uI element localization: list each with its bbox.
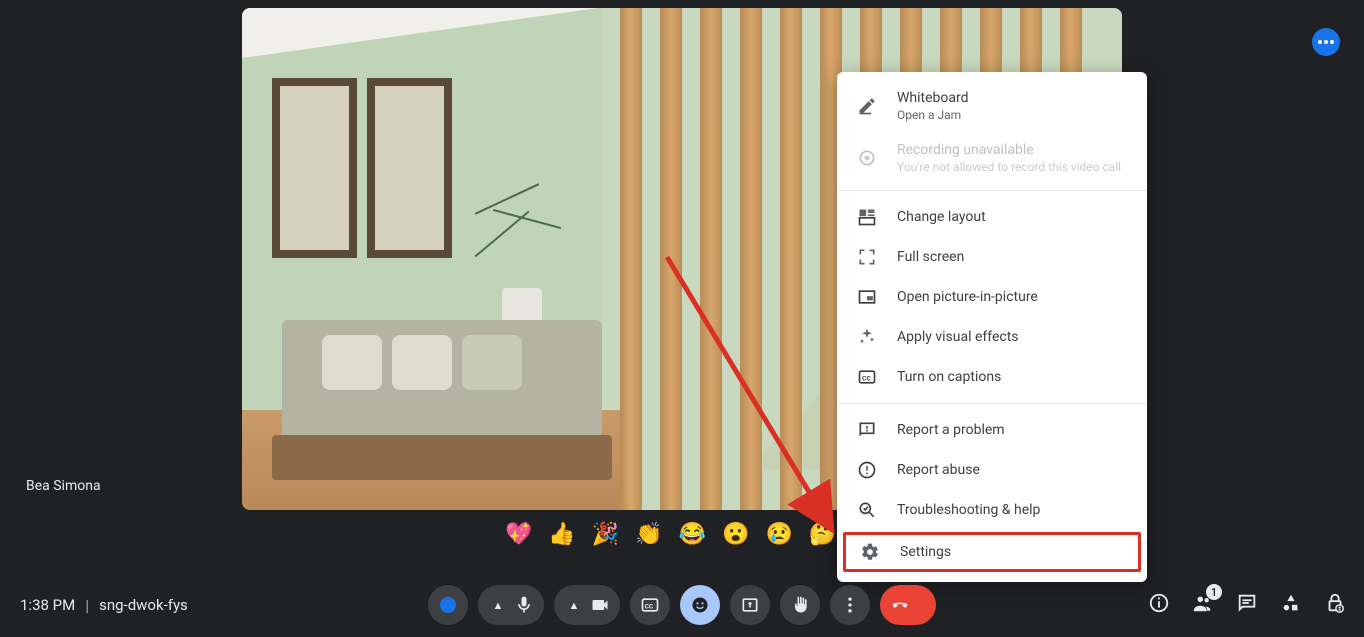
menu-effects[interactable]: Apply visual effects xyxy=(837,317,1147,357)
captions-button[interactable]: CC xyxy=(630,585,670,625)
svg-text:CC: CC xyxy=(862,374,871,382)
svg-text:CC: CC xyxy=(645,602,654,610)
people-button[interactable]: 1 xyxy=(1192,592,1214,618)
reactions-bar: 💖 👍 🎉 👏 😂 😮 😢 🤔 xyxy=(505,522,836,547)
menu-label: Report abuse xyxy=(897,462,980,478)
reaction-joy[interactable]: 😂 xyxy=(679,522,706,547)
menu-change-layout[interactable]: Change layout xyxy=(837,197,1147,237)
menu-recording: Recording unavailable You're not allowed … xyxy=(837,132,1147,184)
meeting-code: sng-dwok-fys xyxy=(99,596,188,614)
chat-button[interactable] xyxy=(1236,592,1258,618)
pencil-icon xyxy=(857,96,877,116)
hangup-button[interactable] xyxy=(880,585,936,625)
more-button[interactable] xyxy=(830,585,870,625)
reaction-heart[interactable]: 💖 xyxy=(505,522,532,547)
menu-label: Open picture-in-picture xyxy=(897,289,1038,305)
grid-icon xyxy=(857,207,877,227)
chat-icon xyxy=(1236,592,1258,614)
lock-icon xyxy=(1324,592,1346,614)
menu-label: Whiteboard xyxy=(897,90,969,106)
menu-sublabel: Open a Jam xyxy=(897,108,969,122)
host-controls-button[interactable] xyxy=(1324,592,1346,618)
clock: 1:38 PM xyxy=(20,596,75,614)
chevron-up-icon: ▲ xyxy=(488,599,508,612)
fullscreen-icon xyxy=(857,247,877,267)
menu-label: Turn on captions xyxy=(897,369,1001,385)
troubleshoot-icon xyxy=(857,500,877,520)
menu-label: Settings xyxy=(900,544,951,560)
menu-fullscreen[interactable]: Full screen xyxy=(837,237,1147,277)
more-options-fab[interactable] xyxy=(1312,28,1340,56)
menu-label: Apply visual effects xyxy=(897,329,1019,345)
call-controls: ▲ ▲ CC xyxy=(428,585,936,625)
smile-icon xyxy=(690,595,710,615)
raise-hand-button[interactable] xyxy=(780,585,820,625)
reaction-thinking[interactable]: 🤔 xyxy=(809,522,836,547)
menu-report-abuse[interactable]: Report abuse xyxy=(837,450,1147,490)
feedback-icon xyxy=(857,420,877,440)
phone-hangup-icon xyxy=(890,595,910,615)
menu-pip[interactable]: Open picture-in-picture xyxy=(837,277,1147,317)
bottom-bar: 1:38 PM | sng-dwok-fys ▲ ▲ CC xyxy=(0,573,1364,637)
menu-label: Recording unavailable xyxy=(897,142,1121,158)
record-icon xyxy=(857,148,877,168)
menu-sublabel: You're not allowed to record this video … xyxy=(897,160,1121,174)
mic-button[interactable]: ▲ xyxy=(478,585,544,625)
camera-button[interactable]: ▲ xyxy=(554,585,620,625)
activities-button[interactable] xyxy=(1280,592,1302,618)
reaction-sad[interactable]: 😢 xyxy=(765,522,792,547)
separator: | xyxy=(85,596,89,615)
menu-label: Change layout xyxy=(897,209,986,225)
reaction-clap[interactable]: 👏 xyxy=(635,522,662,547)
reaction-party[interactable]: 🎉 xyxy=(592,522,619,547)
reaction-wow[interactable]: 😮 xyxy=(722,522,749,547)
audio-indicator-button[interactable] xyxy=(428,585,468,625)
reactions-button[interactable] xyxy=(680,585,720,625)
menu-label: Full screen xyxy=(897,249,964,265)
hand-icon xyxy=(790,595,810,615)
mic-icon xyxy=(514,595,534,615)
gear-icon xyxy=(860,542,880,562)
menu-settings[interactable]: Settings xyxy=(843,532,1141,572)
people-count-badge: 1 xyxy=(1206,584,1222,600)
present-button[interactable] xyxy=(730,585,770,625)
more-options-menu: Whiteboard Open a Jam Recording unavailab… xyxy=(837,72,1147,582)
menu-label: Report a problem xyxy=(897,422,1005,438)
reaction-thumbsup[interactable]: 👍 xyxy=(548,522,575,547)
menu-label: Troubleshooting & help xyxy=(897,502,1040,518)
info-button[interactable] xyxy=(1148,592,1170,618)
right-panel-icons: 1 xyxy=(1148,592,1346,618)
menu-help[interactable]: Troubleshooting & help xyxy=(837,490,1147,530)
captions-icon: CC xyxy=(857,367,877,387)
pip-icon xyxy=(857,287,877,307)
participant-name: Bea Simona xyxy=(26,478,101,494)
menu-report-problem[interactable]: Report a problem xyxy=(837,410,1147,450)
info-icon xyxy=(1148,592,1170,614)
cc-icon: CC xyxy=(640,595,660,615)
alert-icon xyxy=(857,460,877,480)
menu-whiteboard[interactable]: Whiteboard Open a Jam xyxy=(837,80,1147,132)
present-icon xyxy=(740,595,760,615)
shapes-icon xyxy=(1280,592,1302,614)
dots-vertical-icon xyxy=(840,595,860,615)
chevron-up-icon: ▲ xyxy=(564,599,584,612)
menu-captions[interactable]: CC Turn on captions xyxy=(837,357,1147,397)
camera-icon xyxy=(590,595,610,615)
sparkle-icon xyxy=(857,327,877,347)
